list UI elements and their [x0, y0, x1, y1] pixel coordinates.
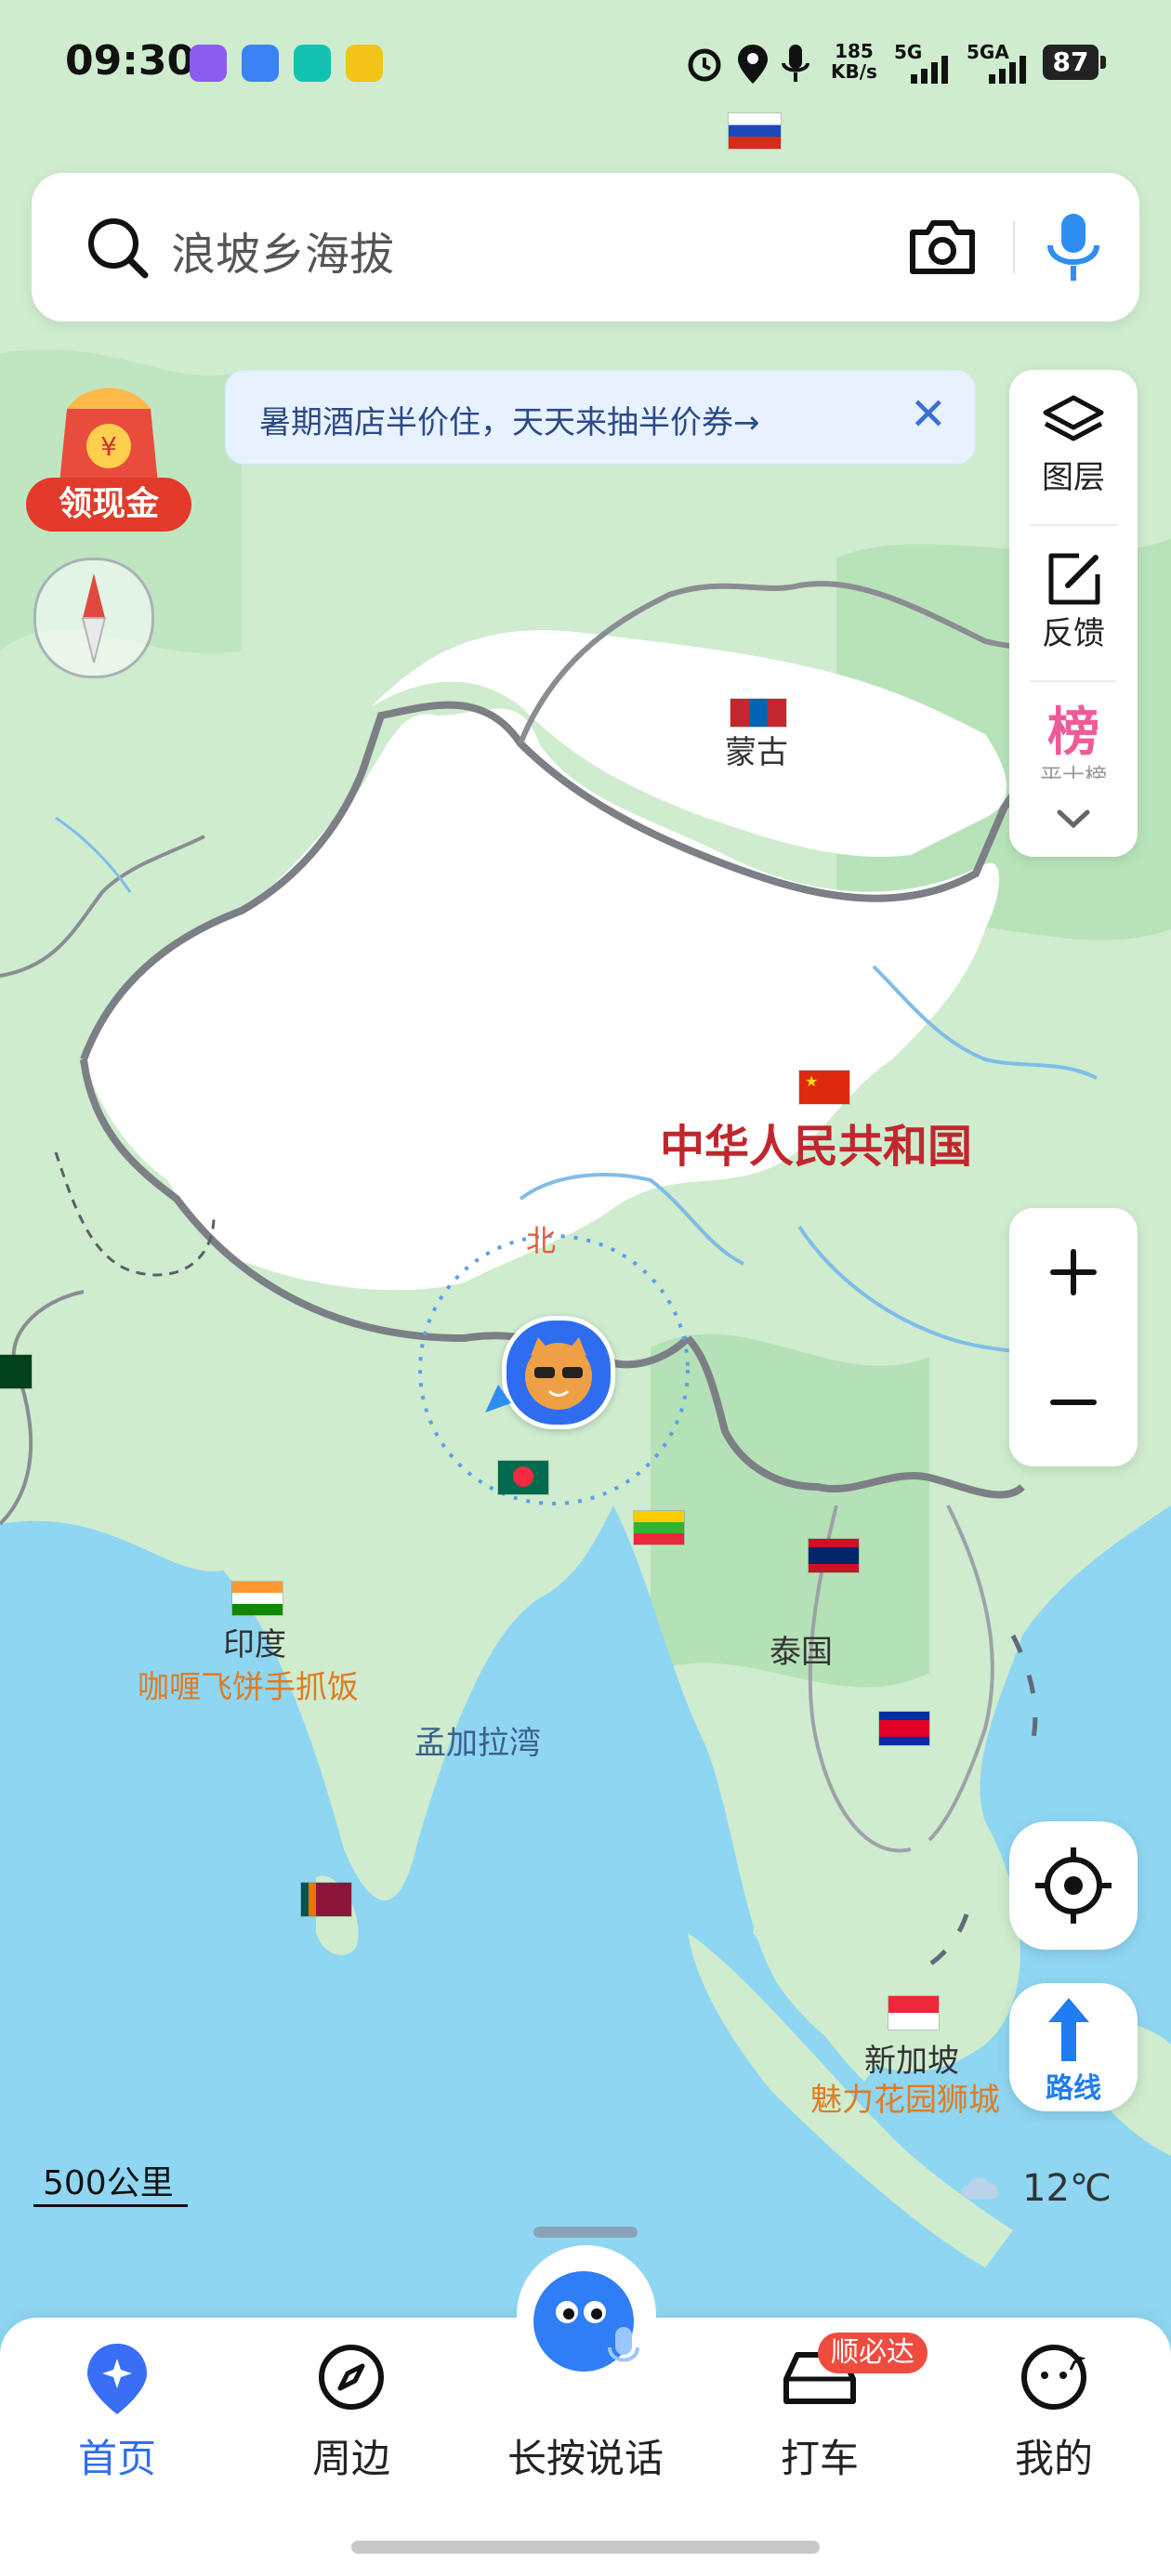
route-arrow-icon	[1048, 1998, 1089, 2061]
app-notification-icon	[242, 45, 279, 82]
feedback-button[interactable]: 反馈	[1009, 548, 1138, 653]
map-tools-panel: 图层 反馈 榜 平士榜	[1009, 370, 1138, 857]
battery-indicator: 87	[1043, 45, 1099, 80]
microphone-icon[interactable]	[1041, 208, 1106, 286]
bottom-navigation: 首页 周边 长按说话 顺必达 打车 我的	[0, 2245, 1171, 2576]
weather-temperature: 12℃	[1022, 2167, 1112, 2210]
divider	[1030, 524, 1117, 526]
bottom-sheet-handle[interactable]	[533, 2227, 638, 2238]
battery-tip	[1100, 56, 1106, 69]
map-label-india-poi[interactable]: 咖喱飞饼手抓饭	[138, 1662, 359, 1707]
compass-icon	[319, 2345, 384, 2410]
singapore-flag	[888, 1996, 939, 2030]
cash-reward-label: 领现金	[26, 478, 191, 532]
ranking-sub-label: 平士榜	[1040, 764, 1107, 779]
nav-home-label: 首页	[77, 2436, 156, 2481]
scale-bar	[33, 2204, 188, 2207]
map-label-thailand[interactable]: 泰国	[770, 1626, 833, 1672]
weather-widget[interactable]: 12℃	[957, 2162, 1143, 2214]
microphone-status-icon	[782, 45, 809, 82]
status-bar: 09:30 185 KB/s 5G 5GA 87	[0, 0, 1171, 130]
profile-face-icon	[1021, 2345, 1086, 2410]
promo-banner-text: 暑期酒店半价住，天天来抽半价券→	[259, 404, 760, 441]
search-input[interactable]: 浪坡乡海拔	[171, 217, 394, 283]
map-label-china[interactable]: 中华人民共和国	[660, 1110, 972, 1175]
net-speed-unit: KB/s	[831, 60, 877, 83]
locate-me-button[interactable]	[1009, 1821, 1138, 1950]
home-indicator	[351, 2541, 820, 2554]
map-label-bay-of-bengal: 孟加拉湾	[414, 1725, 541, 1762]
plus-icon	[1050, 1249, 1097, 1295]
pakistan-flag	[0, 1355, 32, 1388]
divider	[1013, 221, 1015, 273]
compass-button[interactable]	[33, 558, 154, 678]
map-scale: 500公里	[33, 2156, 188, 2207]
nav-voice-label: 长按说话	[507, 2436, 664, 2481]
close-icon[interactable]: ✕	[910, 391, 947, 438]
russia-flag	[729, 113, 781, 149]
map-label-india[interactable]: 印度	[223, 1619, 286, 1664]
app-notification-icon	[346, 45, 383, 82]
layers-button[interactable]: 图层	[1009, 392, 1138, 497]
cloud-icon	[961, 2177, 998, 2199]
layers-label: 图层	[1042, 459, 1105, 496]
minus-icon	[1050, 1400, 1097, 1405]
laos-flag	[809, 1539, 859, 1572]
map-label-mongolia[interactable]: 蒙古	[725, 727, 788, 772]
compass-north-label: 北	[526, 1223, 557, 1258]
crosshair-icon	[1035, 1847, 1112, 1924]
camera-icon[interactable]	[905, 214, 980, 279]
route-label: 路线	[1046, 2072, 1101, 2105]
signal-bars-icon	[989, 56, 1026, 84]
search-icon	[88, 218, 149, 279]
sri-lanka-flag	[301, 1883, 351, 1916]
net-speed-value: 185	[835, 40, 874, 62]
svg-text:¥: ¥	[100, 431, 117, 462]
signal-bars-icon	[911, 56, 948, 84]
cat-avatar-icon	[525, 1337, 592, 1410]
app-notification-icon	[294, 45, 331, 82]
voice-mascot-icon	[533, 2271, 639, 2372]
promo-banner[interactable]: 暑期酒店半价住，天天来抽半价券→ ✕	[225, 370, 976, 465]
alarm-icon	[688, 48, 721, 82]
heading-arrow-icon	[485, 1385, 511, 1413]
feedback-label: 反馈	[1042, 615, 1105, 652]
ranking-button[interactable]: 榜 平士榜	[1009, 701, 1138, 779]
status-time: 09:30	[65, 37, 196, 85]
red-envelope-icon: ¥	[59, 388, 158, 483]
mongolia-flag	[730, 699, 786, 727]
zoom-out-button[interactable]	[1009, 1338, 1138, 1466]
search-bar[interactable]: 浪坡乡海拔	[32, 173, 1139, 322]
compass-needle-icon	[81, 573, 107, 664]
user-location-avatar[interactable]	[502, 1316, 615, 1429]
layers-icon	[1043, 395, 1104, 441]
cambodia-flag	[879, 1712, 929, 1745]
india-flag	[232, 1582, 283, 1615]
map-label-singapore-poi[interactable]: 魅力花园狮城	[810, 2074, 1000, 2120]
home-location-icon	[87, 2344, 147, 2414]
china-flag: ★	[799, 1071, 849, 1104]
divider	[1030, 680, 1117, 682]
myanmar-flag	[634, 1511, 684, 1544]
bangladesh-flag	[498, 1461, 548, 1494]
route-button[interactable]: 路线	[1009, 1983, 1138, 2111]
taxi-promo-badge: 顺必达	[818, 2333, 928, 2373]
location-pin-icon	[738, 45, 768, 84]
nav-nearby-label: 周边	[311, 2436, 390, 2481]
feedback-edit-icon	[1048, 553, 1100, 605]
chevron-down-icon[interactable]	[1052, 807, 1095, 833]
nav-profile-label: 我的	[1014, 2436, 1093, 2481]
zoom-controls	[1009, 1208, 1138, 1466]
scale-label: 500公里	[43, 2164, 174, 2202]
zoom-in-button[interactable]	[1009, 1208, 1138, 1336]
nav-taxi-label: 打车	[780, 2436, 859, 2481]
ranking-badge: 榜	[1047, 703, 1099, 763]
app-notification-icon	[190, 45, 227, 82]
cash-reward-button[interactable]: ¥ 领现金	[26, 372, 191, 539]
